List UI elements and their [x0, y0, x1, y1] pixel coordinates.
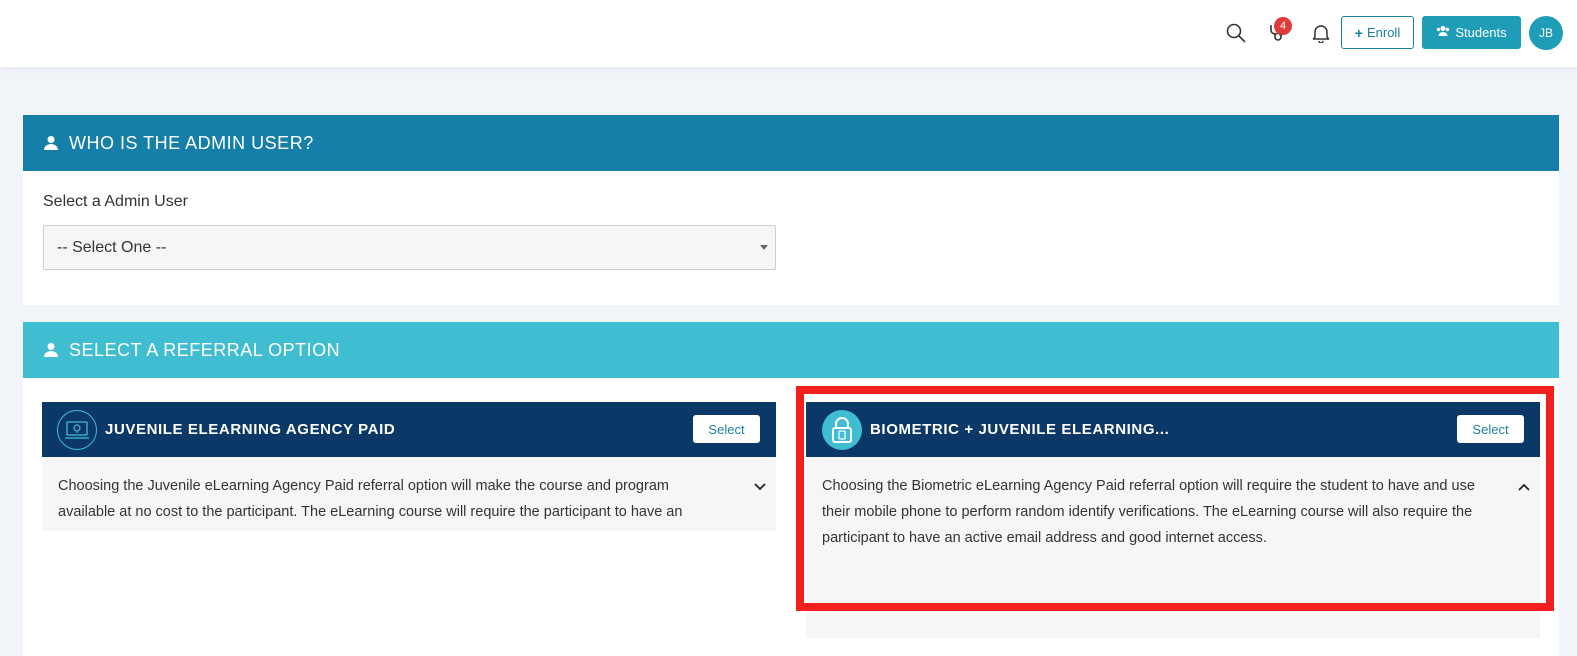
bell-icon[interactable]: [1310, 22, 1332, 44]
user-icon: [43, 342, 59, 358]
plus-icon: +: [1354, 24, 1363, 41]
referral-option-description: Choosing the Juvenile eLearning Agency P…: [58, 478, 683, 520]
referral-panel-title: SELECT A REFERRAL OPTION: [69, 339, 341, 360]
admin-user-select-value: -- Select One --: [57, 238, 167, 256]
admin-user-label: Select a Admin User: [43, 193, 188, 210]
select-biometric-elearning-button[interactable]: Select: [1457, 415, 1524, 443]
students-label: Students: [1455, 25, 1507, 40]
chevron-up-icon[interactable]: [1516, 479, 1532, 495]
admin-panel-title: WHO IS THE ADMIN USER?: [69, 132, 314, 153]
user-avatar[interactable]: JB: [1529, 16, 1563, 50]
search-icon[interactable]: [1225, 22, 1247, 44]
students-button[interactable]: Students: [1422, 16, 1521, 49]
referral-option-description: Choosing the Biometric eLearning Agency …: [822, 478, 1475, 546]
user-icon: [43, 135, 59, 151]
users-icon: [1436, 25, 1450, 40]
referral-option-card-header: BIOMETRIC + JUVENILE ELEARNING... Select: [806, 402, 1540, 457]
notification-count-badge: 4: [1274, 17, 1292, 35]
enroll-label: Enroll: [1366, 25, 1401, 40]
enroll-button[interactable]: + Enroll: [1341, 16, 1414, 49]
caret-down-icon: [760, 245, 768, 250]
referral-option-card-body: Choosing the Biometric eLearning Agency …: [806, 457, 1540, 638]
elearning-icon: [57, 409, 97, 450]
select-juvenile-elearning-button[interactable]: Select: [693, 415, 760, 443]
referral-option-card-header: JUVENILE ELEARNING AGENCY PAID Select: [42, 402, 776, 457]
admin-panel-header: WHO IS THE ADMIN USER?: [23, 115, 1559, 171]
chevron-down-icon[interactable]: [752, 479, 768, 495]
referral-option-title: BIOMETRIC + JUVENILE ELEARNING...: [870, 421, 1170, 438]
referral-option-title: JUVENILE ELEARNING AGENCY PAID: [105, 421, 396, 438]
referral-option-card-body: Choosing the Juvenile eLearning Agency P…: [42, 457, 776, 531]
admin-user-select[interactable]: -- Select One --: [43, 225, 776, 270]
referral-panel-header: SELECT A REFERRAL OPTION: [23, 322, 1559, 378]
top-navbar: 4 + Enroll Students JB: [0, 0, 1577, 67]
lock-icon: [822, 409, 862, 450]
